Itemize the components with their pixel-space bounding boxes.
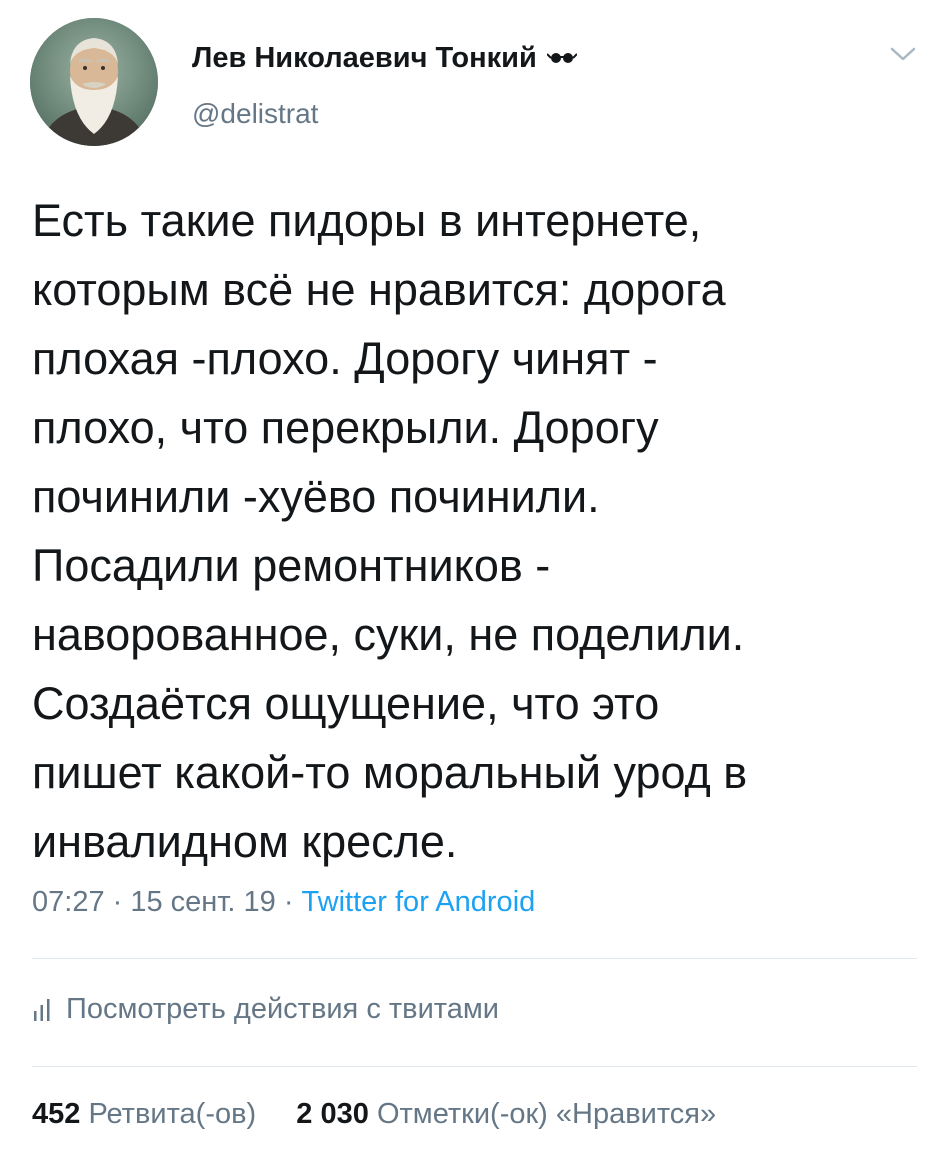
tweet-text-line: которым всё не нравится: дорога [32, 264, 726, 315]
eyeglasses-icon [546, 48, 577, 68]
tweet-text-line: плохо, что перекрыли. Дорогу [32, 402, 659, 453]
bar-chart-icon [32, 997, 52, 1023]
chevron-down-icon[interactable] [889, 44, 917, 64]
view-activity-link[interactable]: Посмотреть действия с твитами [32, 993, 499, 1026]
tweet-text-line: наворованное, суки, не поделили. [32, 609, 745, 660]
retweets-count: 452 [32, 1098, 81, 1130]
tweet: Лев Николаевич Тонкий @delistrat Есть та… [0, 0, 947, 1171]
meta-separator: · [104, 886, 131, 918]
avatar[interactable] [30, 18, 158, 146]
tweet-text-line: Создаётся ощущение, что это [32, 678, 660, 729]
tweet-date[interactable]: 15 сент. 19 [130, 886, 275, 918]
likes-count: 2 030 [296, 1098, 369, 1130]
likes-stat[interactable]: 2 030 Отметки(-ок) «Нравится» [296, 1098, 716, 1130]
tweet-text-line: починили -хуёво починили. [32, 471, 600, 522]
view-activity-label: Посмотреть действия с твитами [66, 993, 499, 1025]
meta-separator: · [275, 886, 302, 918]
author-name[interactable]: Лев Николаевич Тонкий [192, 42, 537, 75]
avatar-portrait-icon [30, 18, 158, 146]
author-row[interactable]: Лев Николаевич Тонкий [192, 38, 577, 78]
tweet-meta: 07:27 · 15 сент. 19 · Twitter for Androi… [32, 886, 535, 919]
tweet-text-line: Есть такие пидоры в интернете, [32, 195, 702, 246]
tweet-text-line: пишет какой-то моральный урод в [32, 747, 748, 798]
likes-label: Отметки(-ок) «Нравится» [376, 1098, 717, 1130]
author-handle[interactable]: @delistrat [192, 98, 318, 130]
tweet-stats: 452 Ретвита(-ов) 2 030 Отметки(-ок) «Нра… [32, 1098, 716, 1131]
divider [32, 1066, 917, 1067]
tweet-text-line: Посадили ремонтников - [32, 540, 551, 591]
retweets-label: Ретвита(-ов) [88, 1098, 257, 1130]
tweet-text-line: инвалидном кресле. [32, 816, 458, 867]
tweet-source-link[interactable]: Twitter for Android [302, 886, 536, 918]
tweet-text: Есть такие пидоры в интернете, которым в… [32, 186, 922, 876]
tweet-text-line: плохая -плохо. Дорогу чинят - [32, 333, 658, 384]
tweet-time[interactable]: 07:27 [32, 886, 105, 918]
retweets-stat[interactable]: 452 Ретвита(-ов) [32, 1098, 264, 1130]
divider [32, 958, 917, 959]
